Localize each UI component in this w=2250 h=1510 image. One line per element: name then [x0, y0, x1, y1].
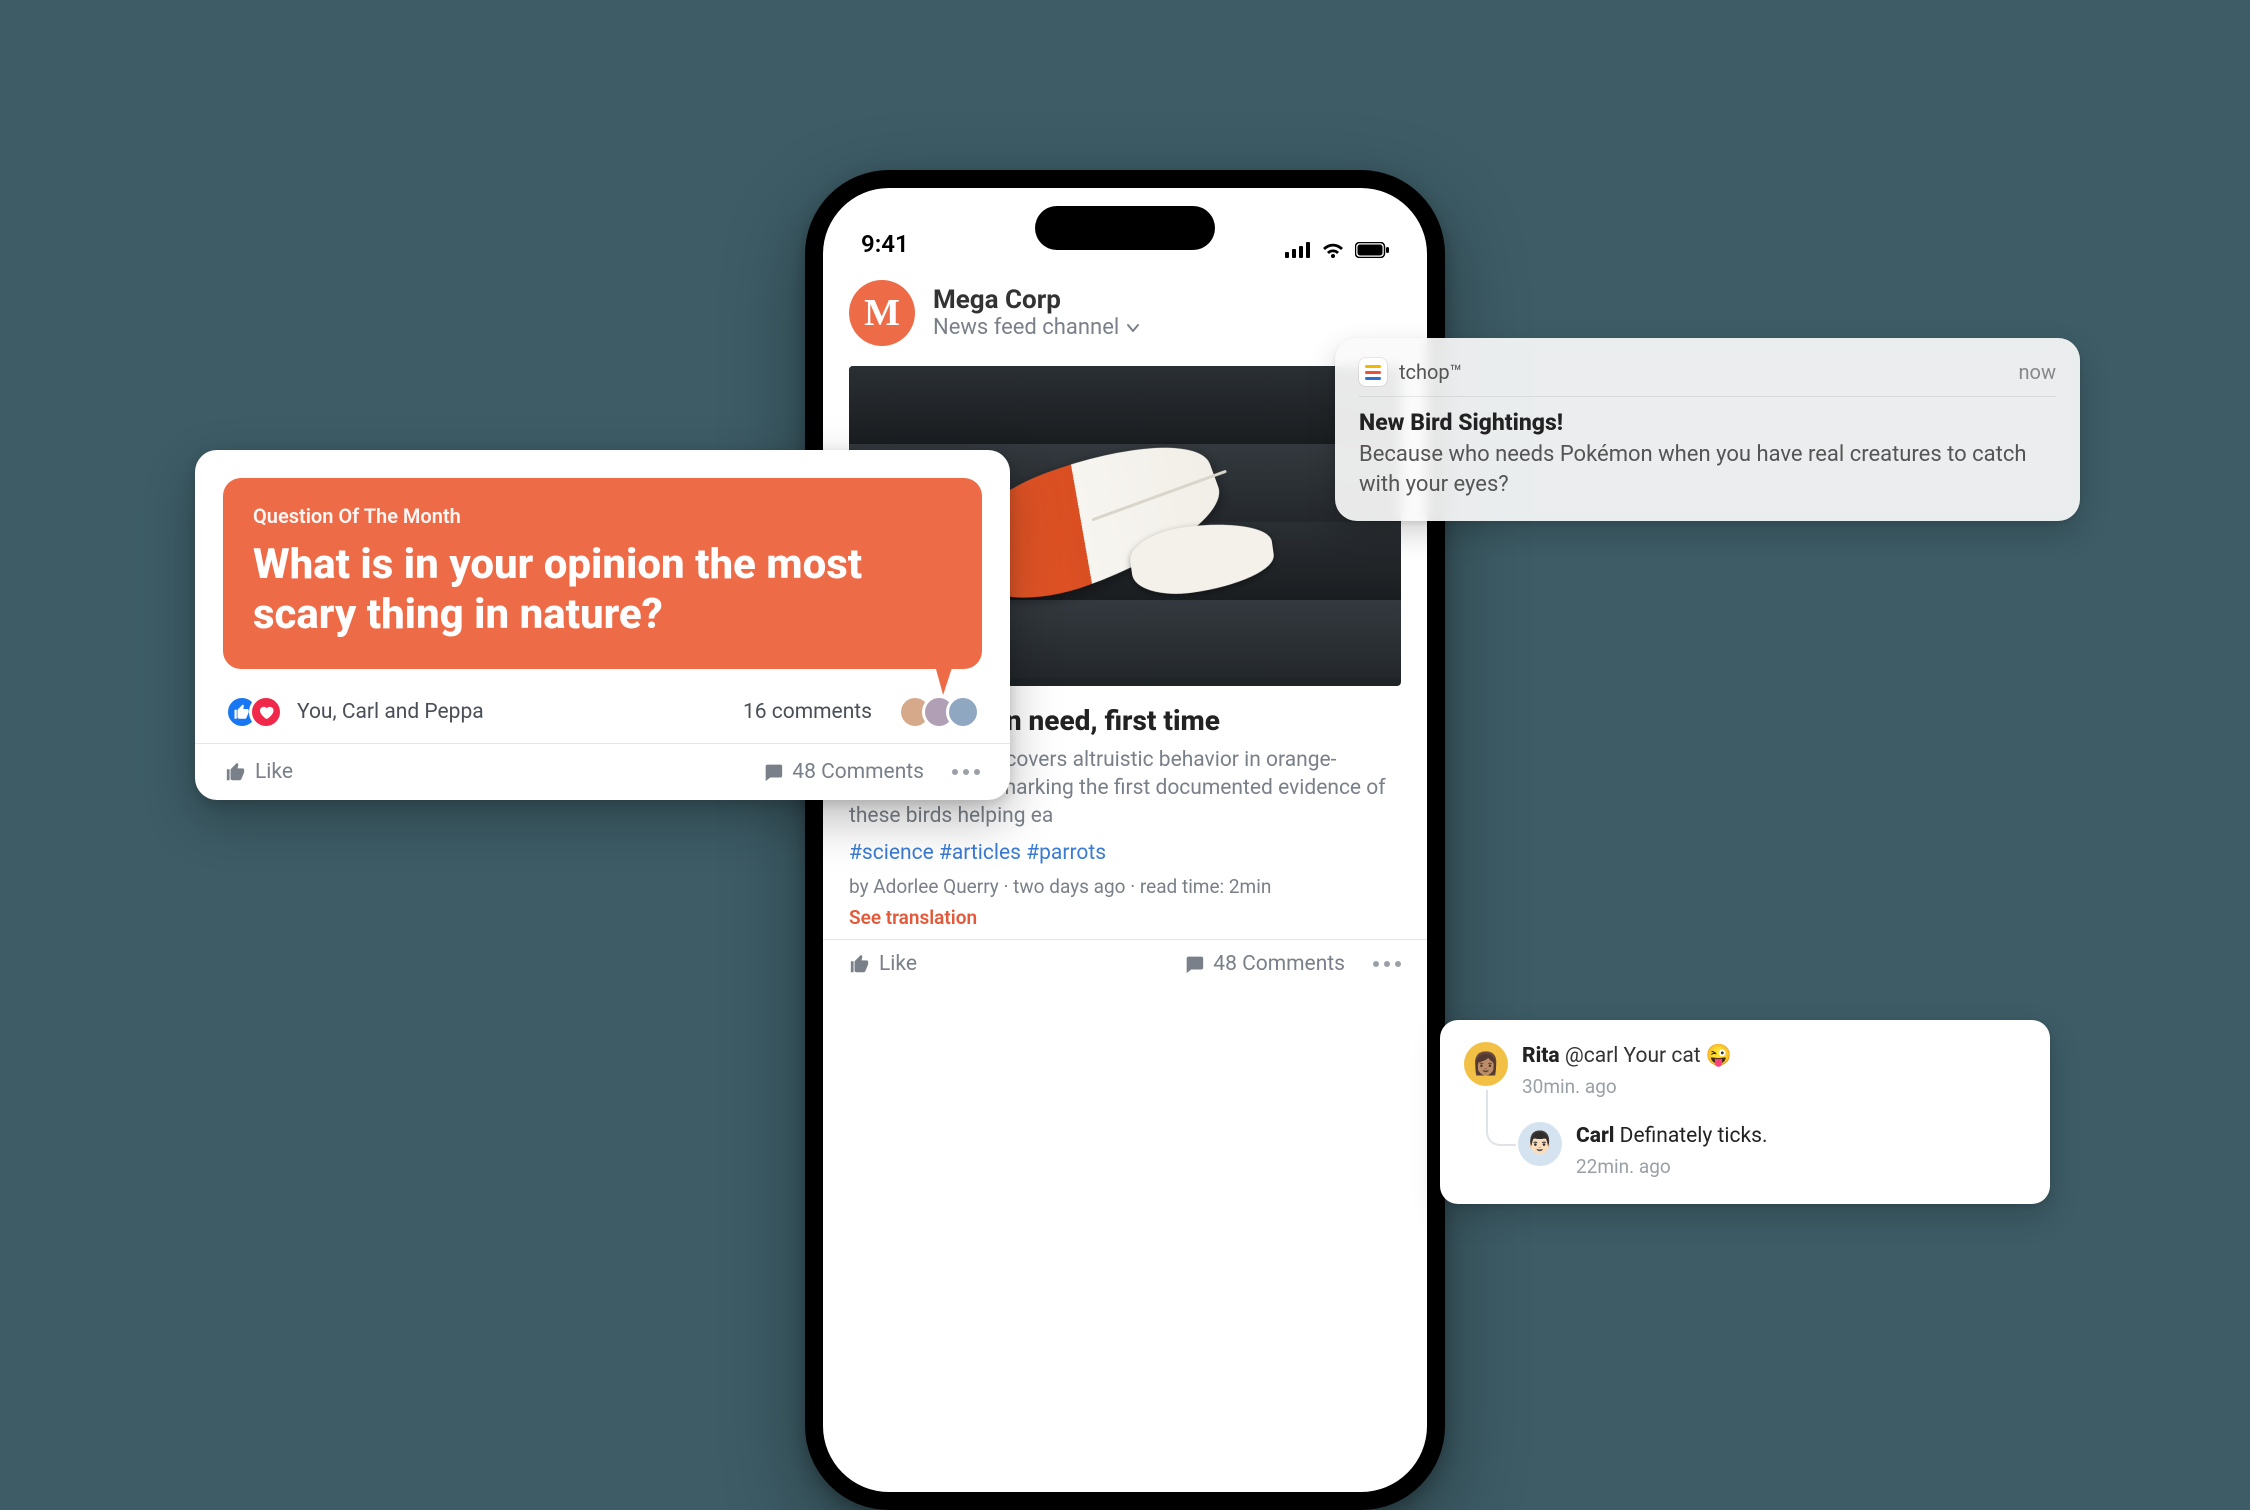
battery-icon: [1355, 242, 1389, 258]
comments-count[interactable]: 16 comments: [743, 700, 872, 724]
comment-text: Definately ticks.: [1620, 1124, 1768, 1148]
question-card: Question Of The Month What is in your op…: [195, 450, 1010, 800]
status-time: 9:41: [861, 230, 909, 258]
see-translation-link[interactable]: See translation: [849, 906, 1401, 929]
article-byline: by Adorlee Querry · two days ago · read …: [849, 875, 1401, 898]
comment-row[interactable]: 👨🏻 Carl Definately ticks. 22min. ago: [1518, 1122, 2026, 1180]
comment-author: Rita: [1522, 1044, 1560, 1068]
thumb-up-icon: [849, 953, 871, 975]
question-kicker: Question Of The Month: [253, 504, 952, 528]
like-label: Like: [879, 952, 917, 976]
app-icon: [1359, 358, 1387, 386]
more-button[interactable]: [952, 769, 980, 775]
like-label: Like: [255, 760, 293, 784]
dot-icon: [1373, 961, 1379, 967]
reaction-summary[interactable]: [225, 695, 283, 729]
brand-name: Mega Corp: [933, 286, 1141, 316]
comments-label: 48 Comments: [792, 760, 924, 784]
thread-line-icon: [1486, 1090, 1516, 1146]
push-app-name: tchop™: [1399, 360, 1462, 384]
channel-selector[interactable]: News feed channel: [933, 315, 1141, 340]
dot-icon: [952, 769, 958, 775]
question-text: What is in your opinion the most scary t…: [253, 540, 952, 639]
divider: [1359, 396, 2056, 397]
channel-label: News feed channel: [933, 315, 1119, 340]
like-button[interactable]: Like: [225, 760, 293, 784]
comments-button[interactable]: 48 Comments: [1183, 952, 1345, 976]
like-button[interactable]: Like: [849, 952, 917, 976]
push-notification[interactable]: tchop™ now New Bird Sightings! Because w…: [1335, 338, 2080, 521]
comments-button[interactable]: 48 Comments: [762, 760, 924, 784]
reaction-love-icon: [249, 695, 283, 729]
comment-icon: [762, 761, 784, 783]
comment-meta: 22min. ago: [1576, 1154, 1768, 1180]
push-body: Because who needs Pokémon when you have …: [1359, 440, 2056, 499]
cellular-icon: [1285, 242, 1311, 258]
more-button[interactable]: [1373, 961, 1401, 967]
comment-icon: [1183, 953, 1205, 975]
feed-header: M Mega Corp News feed channel: [823, 266, 1427, 360]
chevron-down-icon: [1125, 320, 1141, 336]
push-title: New Bird Sightings!: [1359, 409, 2056, 436]
comment-text: @carl Your cat 😜: [1565, 1044, 1732, 1068]
dot-icon: [963, 769, 969, 775]
article-tags[interactable]: #science #articles #parrots: [849, 841, 1401, 865]
status-indicators: [1285, 242, 1389, 258]
avatar: [946, 695, 980, 729]
dot-icon: [1384, 961, 1390, 967]
avatar: 👨🏻: [1518, 1122, 1562, 1166]
avatar: 👩🏽: [1464, 1042, 1508, 1086]
commenter-avatars[interactable]: [898, 695, 980, 729]
question-meta-row: You, Carl and Peppa 16 comments: [195, 669, 1010, 743]
wifi-icon: [1321, 242, 1345, 258]
comment-author: Carl: [1576, 1124, 1614, 1148]
reactors-label[interactable]: You, Carl and Peppa: [297, 700, 484, 724]
dynamic-island: [1035, 206, 1215, 250]
dot-icon: [974, 769, 980, 775]
dot-icon: [1395, 961, 1401, 967]
question-action-bar: Like 48 Comments: [195, 743, 1010, 800]
thumb-up-icon: [225, 761, 247, 783]
brand-avatar[interactable]: M: [849, 280, 915, 346]
comment-meta: 30min. ago: [1522, 1074, 1732, 1100]
question-bubble[interactable]: Question Of The Month What is in your op…: [223, 478, 982, 669]
article-action-bar: Like 48 Comments: [823, 939, 1427, 988]
comment-row[interactable]: 👩🏽 Rita @carl Your cat 😜 30min. ago: [1464, 1042, 2026, 1100]
comments-label: 48 Comments: [1213, 952, 1345, 976]
push-time: now: [2019, 360, 2056, 384]
comments-card: 👩🏽 Rita @carl Your cat 😜 30min. ago 👨🏻 C…: [1440, 1020, 2050, 1204]
push-header: tchop™ now: [1359, 358, 2056, 386]
